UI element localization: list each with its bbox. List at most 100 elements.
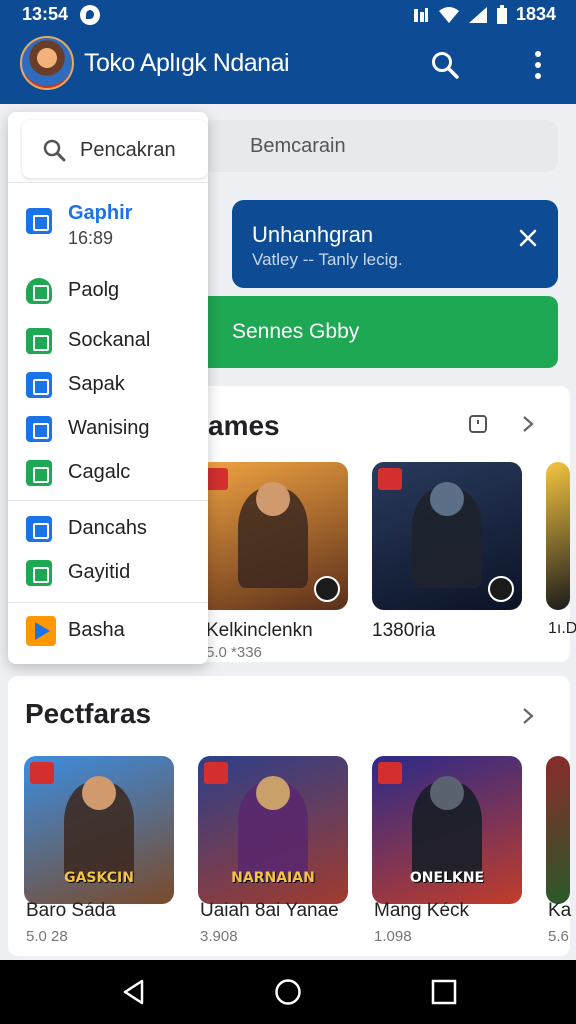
game-tile-2[interactable] bbox=[372, 462, 522, 610]
game-title: Kelkinclenkn bbox=[206, 620, 313, 641]
divider bbox=[8, 602, 208, 603]
tag-icon bbox=[378, 762, 402, 784]
notification-icon bbox=[80, 5, 100, 25]
close-icon[interactable] bbox=[516, 226, 540, 250]
status-time-right: 1834 bbox=[515, 4, 556, 24]
drawer-item-label: Sockanal bbox=[68, 329, 151, 351]
drawer-search-label: Pencakran bbox=[80, 139, 176, 161]
drawer-item-label: Paolg bbox=[68, 279, 120, 301]
badge-icon bbox=[314, 576, 340, 602]
divider bbox=[8, 500, 208, 501]
drawer-item-label: Basha bbox=[68, 619, 125, 641]
green-button-label: Sennes Gbby bbox=[232, 320, 360, 343]
game-title: 1380ria bbox=[372, 620, 436, 641]
drawer-item-gaphir[interactable]: Gaphir 16:89 bbox=[8, 200, 208, 252]
search-icon bbox=[43, 139, 66, 162]
more-options-icon[interactable] bbox=[526, 48, 550, 82]
signal-icon bbox=[468, 6, 487, 23]
game-meta: 1.098 bbox=[374, 928, 412, 945]
popular-tile-1[interactable]: GASKCIN bbox=[24, 756, 174, 904]
tag-icon bbox=[30, 762, 54, 784]
drawer-item-label: Gayitid bbox=[68, 561, 131, 583]
games-section-title: ames bbox=[208, 410, 280, 441]
app-title: Toko Aplıgk Ndanai bbox=[84, 49, 290, 77]
game-meta: 5.0 28 bbox=[26, 928, 68, 945]
popular-section-title: Pectfaras bbox=[25, 698, 152, 729]
drawer-item-sapak[interactable]: Sapak bbox=[8, 364, 208, 404]
character-head bbox=[256, 776, 290, 810]
game-logo: ONELKNE bbox=[409, 870, 485, 886]
drawer-item-label: Sapak bbox=[68, 373, 125, 395]
popular-tile-4[interactable] bbox=[546, 756, 570, 904]
status-time: 13:54 bbox=[22, 4, 69, 24]
character-head bbox=[256, 482, 290, 516]
tag-icon bbox=[378, 468, 402, 490]
game-tile-1[interactable] bbox=[198, 462, 348, 610]
popular-tile-2[interactable]: NARNAIAN bbox=[198, 756, 348, 904]
search-bar[interactable]: Bemcarain bbox=[198, 120, 558, 172]
drawer-item-paolg[interactable]: Paolg bbox=[8, 270, 208, 310]
character-head bbox=[430, 482, 464, 516]
box-icon bbox=[26, 416, 52, 442]
drawer-item-gayitid[interactable]: Gayitid bbox=[8, 552, 208, 592]
nfc-icon bbox=[413, 7, 428, 22]
popular-tile-3[interactable]: ONELKNE bbox=[372, 756, 522, 904]
recents-icon[interactable] bbox=[430, 978, 458, 1006]
game-title: Uaiah 8ai Yanae bbox=[200, 900, 339, 921]
battery-icon bbox=[496, 4, 507, 24]
game-meta: 5.0 *336 bbox=[206, 644, 262, 661]
notification-banner[interactable]: Unhanhgran Vatley -- Tanly lecig. bbox=[232, 200, 558, 288]
status-bar: 13:54 1834 bbox=[0, 0, 576, 30]
drawer-item-label: Dancahs bbox=[68, 517, 147, 539]
square-icon bbox=[26, 328, 52, 354]
app-bar: Toko Aplıgk Ndanai bbox=[0, 30, 576, 104]
game-meta: 5.6 bbox=[548, 928, 569, 945]
tile-artwork bbox=[546, 756, 570, 904]
drawer-item-dancahs[interactable]: Dancahs bbox=[8, 508, 208, 548]
play-store-icon bbox=[26, 616, 56, 646]
popular-section: Pectfaras GASKCIN Baro Sáda 5.0 28 NARNA… bbox=[8, 676, 572, 956]
game-tile-3[interactable] bbox=[546, 462, 570, 610]
banner-title: Unhanhgran bbox=[252, 222, 374, 247]
key-icon bbox=[26, 372, 52, 398]
grid-icon bbox=[26, 208, 52, 234]
home-icon[interactable] bbox=[274, 978, 302, 1006]
drawer-item-cagalc[interactable]: Cagalc bbox=[8, 452, 208, 492]
banner-subtitle: Vatley -- Tanly lecig. bbox=[252, 250, 403, 269]
check-icon bbox=[26, 460, 52, 486]
tile-artwork bbox=[546, 462, 570, 610]
drawer-search[interactable]: Pencakran bbox=[22, 120, 208, 178]
navigation-dropdown: Pencakran Gaphir 16:89 Paolg Sockanal Sa… bbox=[8, 112, 208, 664]
game-title: 1ı.D bbox=[548, 620, 576, 637]
game-title: Ka bbox=[548, 900, 572, 921]
drawer-item-label: Cagalc bbox=[68, 461, 131, 483]
divider bbox=[8, 182, 208, 183]
avatar[interactable] bbox=[20, 36, 74, 90]
chevron-right-icon[interactable] bbox=[518, 414, 538, 434]
game-logo: GASKCIN bbox=[64, 870, 134, 886]
search-placeholder: Bemcarain bbox=[250, 135, 346, 157]
tag-icon bbox=[204, 762, 228, 784]
game-title: Mang Kéck bbox=[374, 900, 470, 921]
system-navigation-bar bbox=[0, 960, 576, 1024]
game-logo: NARNAIAN bbox=[231, 870, 315, 886]
back-icon[interactable] bbox=[120, 978, 148, 1006]
square-icon bbox=[26, 560, 52, 586]
drawer-item-label: Gaphir bbox=[68, 202, 133, 224]
chevron-right-icon[interactable] bbox=[518, 706, 538, 726]
search-icon[interactable] bbox=[430, 50, 460, 80]
drawer-item-label: Wanising bbox=[68, 417, 150, 439]
drawer-item-wanising[interactable]: Wanising bbox=[8, 408, 208, 448]
character-head bbox=[430, 776, 464, 810]
drawer-item-basha[interactable]: Basha bbox=[8, 610, 208, 650]
game-title: Baro Sáda bbox=[26, 900, 116, 921]
android-icon bbox=[26, 278, 52, 304]
info-icon[interactable] bbox=[468, 414, 488, 434]
badge-icon bbox=[488, 576, 514, 602]
drawer-item-sockanal[interactable]: Sockanal bbox=[8, 320, 208, 360]
drawer-item-sublabel: 16:89 bbox=[68, 228, 114, 248]
character-head bbox=[82, 776, 116, 810]
status-icons: 1834 bbox=[412, 4, 556, 25]
green-action-button[interactable]: Sennes Gbby bbox=[190, 296, 558, 368]
square-icon bbox=[26, 516, 52, 542]
